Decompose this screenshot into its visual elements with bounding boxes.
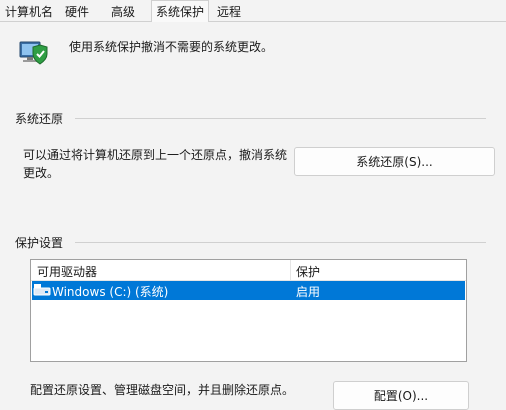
tab-system-protection[interactable]: 系统保护 — [151, 0, 210, 22]
configure-button[interactable]: 配置(O)... — [333, 381, 469, 410]
tab-remote[interactable]: 远程 — [212, 2, 246, 21]
tab-bar: 计算机名 硬件 高级 系统保护 远程 — [0, 0, 506, 22]
system-restore-section-label: 系统还原 — [15, 110, 70, 127]
protection-settings-divider — [75, 242, 486, 243]
drive-list-header: 可用驱动器 保护 — [31, 260, 466, 281]
column-header-protection[interactable]: 保护 — [296, 263, 320, 280]
configure-description: 配置还原设置、管理磁盘空间，并且删除还原点。 — [30, 383, 295, 397]
tab-advanced[interactable]: 高级 — [106, 2, 140, 21]
table-row[interactable]: Windows (C:) (系统) 启用 — [32, 281, 465, 300]
system-restore-description: 可以通过将计算机还原到上一个还原点，撤消系统更改。 — [23, 148, 288, 180]
drive-name: Windows (C:) (系统) — [52, 285, 169, 299]
column-header-drive[interactable]: 可用驱动器 — [37, 263, 97, 280]
tab-hardware[interactable]: 硬件 — [60, 2, 94, 21]
system-protection-description: 使用系统保护撤消不需要的系统更改。 — [69, 40, 274, 54]
drive-protection-status: 启用 — [296, 285, 321, 299]
system-restore-button[interactable]: 系统还原(S)... — [294, 147, 495, 176]
system-restore-divider — [75, 118, 486, 119]
system-protection-shield-icon — [18, 36, 50, 68]
tab-computer-name[interactable]: 计算机名 — [0, 2, 58, 21]
drive-icon — [33, 284, 51, 296]
drive-list[interactable]: 可用驱动器 保护 Windows (C:) (系统) 启用 — [30, 259, 467, 362]
protection-settings-section-label: 保护设置 — [15, 234, 70, 251]
column-divider[interactable] — [290, 260, 291, 280]
